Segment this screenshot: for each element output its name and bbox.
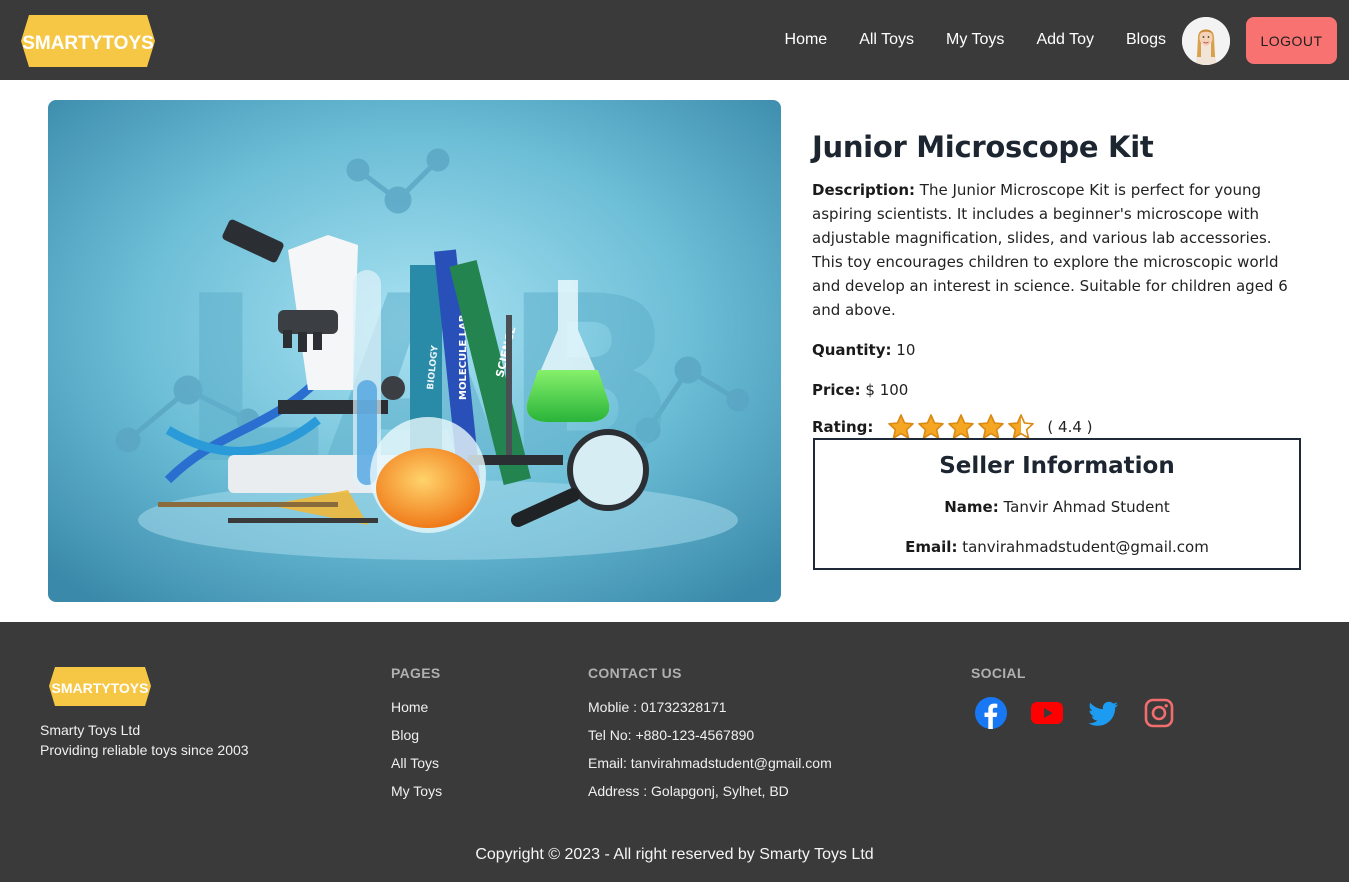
rating-label: Rating: <box>812 418 874 436</box>
star-full-icon <box>978 414 1005 439</box>
seller-info-box: Seller Information Name: Tanvir Ahmad St… <box>813 438 1301 570</box>
facebook-icon[interactable] <box>975 697 1007 729</box>
footer-link-blog[interactable]: Blog <box>391 725 442 745</box>
footer-pages: PAGES Home Blog All Toys My Toys <box>391 665 442 809</box>
pages-heading: PAGES <box>391 665 441 681</box>
nav-link-home[interactable]: Home <box>785 31 828 49</box>
nav-link-add-toy[interactable]: Add Toy <box>1036 31 1094 49</box>
seller-name: Name: Tanvir Ahmad Student <box>815 497 1299 517</box>
contact-address: Address : Golapgonj, Sylhet, BD <box>588 783 789 799</box>
rating-value: ( 4.4 ) <box>1047 418 1093 436</box>
quantity-label: Quantity: <box>812 341 892 359</box>
price-label: Price: <box>812 381 861 399</box>
youtube-icon[interactable] <box>1031 697 1063 729</box>
contact-tel: Tel No: +880-123-4567890 <box>588 727 755 743</box>
contact-email: Email: tanvirahmadstudent@gmail.com <box>588 755 832 771</box>
product-description: Description: The Junior Microscope Kit i… <box>812 178 1302 322</box>
logo-text: SMARTYTOYS <box>22 33 154 54</box>
company-name: Smarty Toys Ltd <box>40 722 141 738</box>
footer-logo-text: SMARTYTOYS <box>52 680 149 696</box>
seller-info-title: Seller Information <box>939 453 1175 479</box>
star-full-icon <box>948 414 975 439</box>
product-title: Junior Microscope Kit <box>812 130 1154 164</box>
footer-link-all-toys[interactable]: All Toys <box>391 753 442 773</box>
footer-logo[interactable]: SMARTYTOYS <box>49 665 151 708</box>
seller-email-label: Email: <box>905 538 958 556</box>
footer-link-my-toys[interactable]: My Toys <box>391 781 442 801</box>
nav-link-my-toys[interactable]: My Toys <box>946 31 1004 49</box>
footer: SMARTYTOYS Smarty Toys Ltd Providing rel… <box>0 622 1349 882</box>
product-details: Junior Microscope Kit Description: The J… <box>812 130 1302 450</box>
seller-email: Email: tanvirahmadstudent@gmail.com <box>815 537 1299 557</box>
star-full-icon <box>918 414 945 439</box>
star-half-icon <box>1008 414 1035 439</box>
description-label: Description: <box>812 181 916 199</box>
product-quantity: Quantity: 10 <box>812 338 1302 362</box>
main-nav: Home All Toys My Toys Add Toy Blogs <box>753 0 1166 80</box>
social-heading: SOCIAL <box>971 665 1026 681</box>
footer-company: Smarty Toys Ltd Providing reliable toys … <box>40 720 249 760</box>
navbar: SMARTYTOYS Home All Toys My Toys Add Toy… <box>0 0 1349 80</box>
footer-contact: CONTACT US Moblie : 01732328171 Tel No: … <box>588 665 832 809</box>
footer-link-home[interactable]: Home <box>391 697 442 717</box>
description-text: The Junior Microscope Kit is perfect for… <box>812 181 1288 319</box>
footer-social: SOCIAL <box>971 665 1175 729</box>
quantity-value: 10 <box>896 341 916 359</box>
nav-link-blogs[interactable]: Blogs <box>1126 31 1166 49</box>
logout-button[interactable]: LOGOUT <box>1246 17 1337 64</box>
contact-heading: CONTACT US <box>588 665 682 681</box>
product-price: Price: $ 100 <box>812 378 1302 402</box>
star-full-icon <box>888 414 915 439</box>
seller-name-label: Name: <box>944 498 999 516</box>
copyright-text: Copyright © 2023 - All right reserved by… <box>475 846 874 863</box>
contact-mobile: Moblie : 01732328171 <box>588 699 727 715</box>
twitter-icon[interactable] <box>1087 697 1119 729</box>
social-links <box>975 697 1175 729</box>
product-image: LAB MOLECULE LAB SCIENCE BIOLOGY <box>48 100 781 602</box>
user-avatar[interactable] <box>1182 17 1230 65</box>
company-tagline: Providing reliable toys since 2003 <box>40 742 249 758</box>
site-logo[interactable]: SMARTYTOYS <box>21 13 155 69</box>
rating-stars <box>887 413 1035 441</box>
instagram-icon[interactable] <box>1143 697 1175 729</box>
price-value: $ 100 <box>865 381 909 399</box>
seller-name-value: Tanvir Ahmad Student <box>1003 498 1170 516</box>
seller-email-value: tanvirahmadstudent@gmail.com <box>962 538 1209 556</box>
nav-link-all-toys[interactable]: All Toys <box>859 31 914 49</box>
